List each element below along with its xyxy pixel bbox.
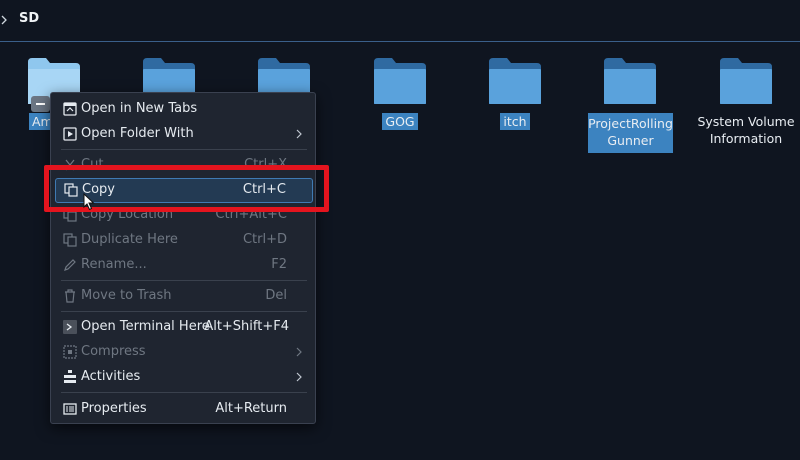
folder-name: itch bbox=[500, 113, 530, 130]
open-with-icon bbox=[63, 127, 77, 141]
chevron-right-icon bbox=[296, 347, 302, 357]
folder-item[interactable]: ProjectRolling Gunner bbox=[580, 44, 680, 154]
mouse-cursor-icon bbox=[83, 193, 95, 211]
duplicate-icon bbox=[63, 233, 77, 247]
folder-icon bbox=[720, 58, 772, 104]
menu-item-activities[interactable]: Activities bbox=[55, 365, 313, 389]
menu-item-open-in-new-tabs[interactable]: Open in New Tabs bbox=[55, 97, 313, 121]
terminal-icon bbox=[63, 320, 77, 334]
menu-item-rename: Rename... F2 bbox=[55, 253, 313, 277]
compress-icon bbox=[63, 345, 77, 359]
folder-name: System Volume Information bbox=[697, 114, 795, 146]
chevron-right-icon bbox=[296, 129, 302, 139]
menu-item-properties[interactable]: Properties Alt+Return bbox=[55, 397, 313, 421]
chevron-right-icon bbox=[1, 15, 7, 25]
menu-separator bbox=[61, 149, 307, 150]
menu-item-compress: Compress bbox=[55, 340, 313, 364]
chevron-right-icon bbox=[296, 372, 302, 382]
menu-separator bbox=[61, 280, 307, 281]
folder-item[interactable]: System Volume Information bbox=[696, 44, 796, 154]
menu-item-duplicate-here: Duplicate Here Ctrl+D bbox=[55, 228, 313, 252]
trash-icon bbox=[65, 289, 75, 303]
rename-icon bbox=[64, 259, 76, 271]
folder-item[interactable]: itch bbox=[465, 44, 565, 154]
folder-item[interactable]: GOG bbox=[350, 44, 450, 154]
location-bar: SD bbox=[0, 0, 800, 42]
folder-name: ProjectRolling Gunner bbox=[588, 113, 673, 153]
properties-icon bbox=[63, 403, 77, 415]
menu-item-move-to-trash: Move to Trash Del bbox=[55, 284, 313, 308]
menu-separator bbox=[61, 311, 307, 312]
folder-icon bbox=[489, 58, 541, 104]
folder-name: GOG bbox=[382, 113, 418, 130]
context-menu: Open in New Tabs Open Folder With Cut Ct… bbox=[50, 92, 316, 424]
folder-icon bbox=[374, 58, 426, 104]
activities-icon bbox=[64, 370, 76, 383]
folder-icon bbox=[604, 58, 656, 104]
breadcrumb-sd[interactable]: SD bbox=[19, 11, 39, 26]
menu-separator bbox=[61, 392, 307, 393]
menu-item-open-terminal-here[interactable]: Open Terminal Here Alt+Shift+F4 bbox=[55, 315, 313, 339]
new-tabs-icon bbox=[63, 102, 77, 116]
menu-item-open-folder-with[interactable]: Open Folder With bbox=[55, 122, 313, 146]
selection-toggle[interactable] bbox=[31, 96, 50, 112]
